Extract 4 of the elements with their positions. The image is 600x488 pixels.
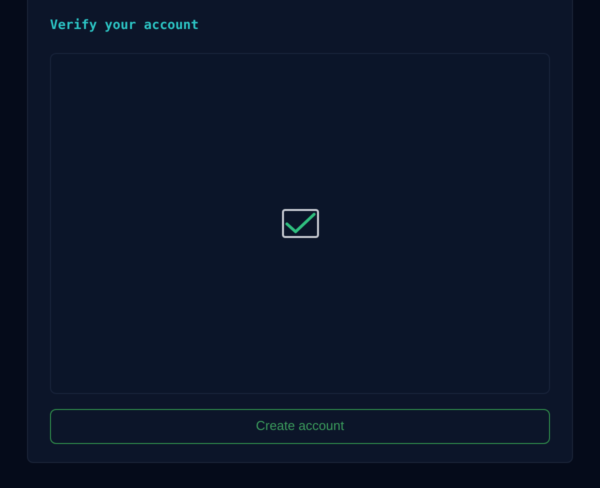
create-account-button[interactable]: Create account: [50, 408, 550, 444]
verification-checkbox[interactable]: [282, 208, 318, 238]
checkmark-icon: [284, 211, 316, 235]
card-title: Verify your account: [50, 17, 199, 35]
